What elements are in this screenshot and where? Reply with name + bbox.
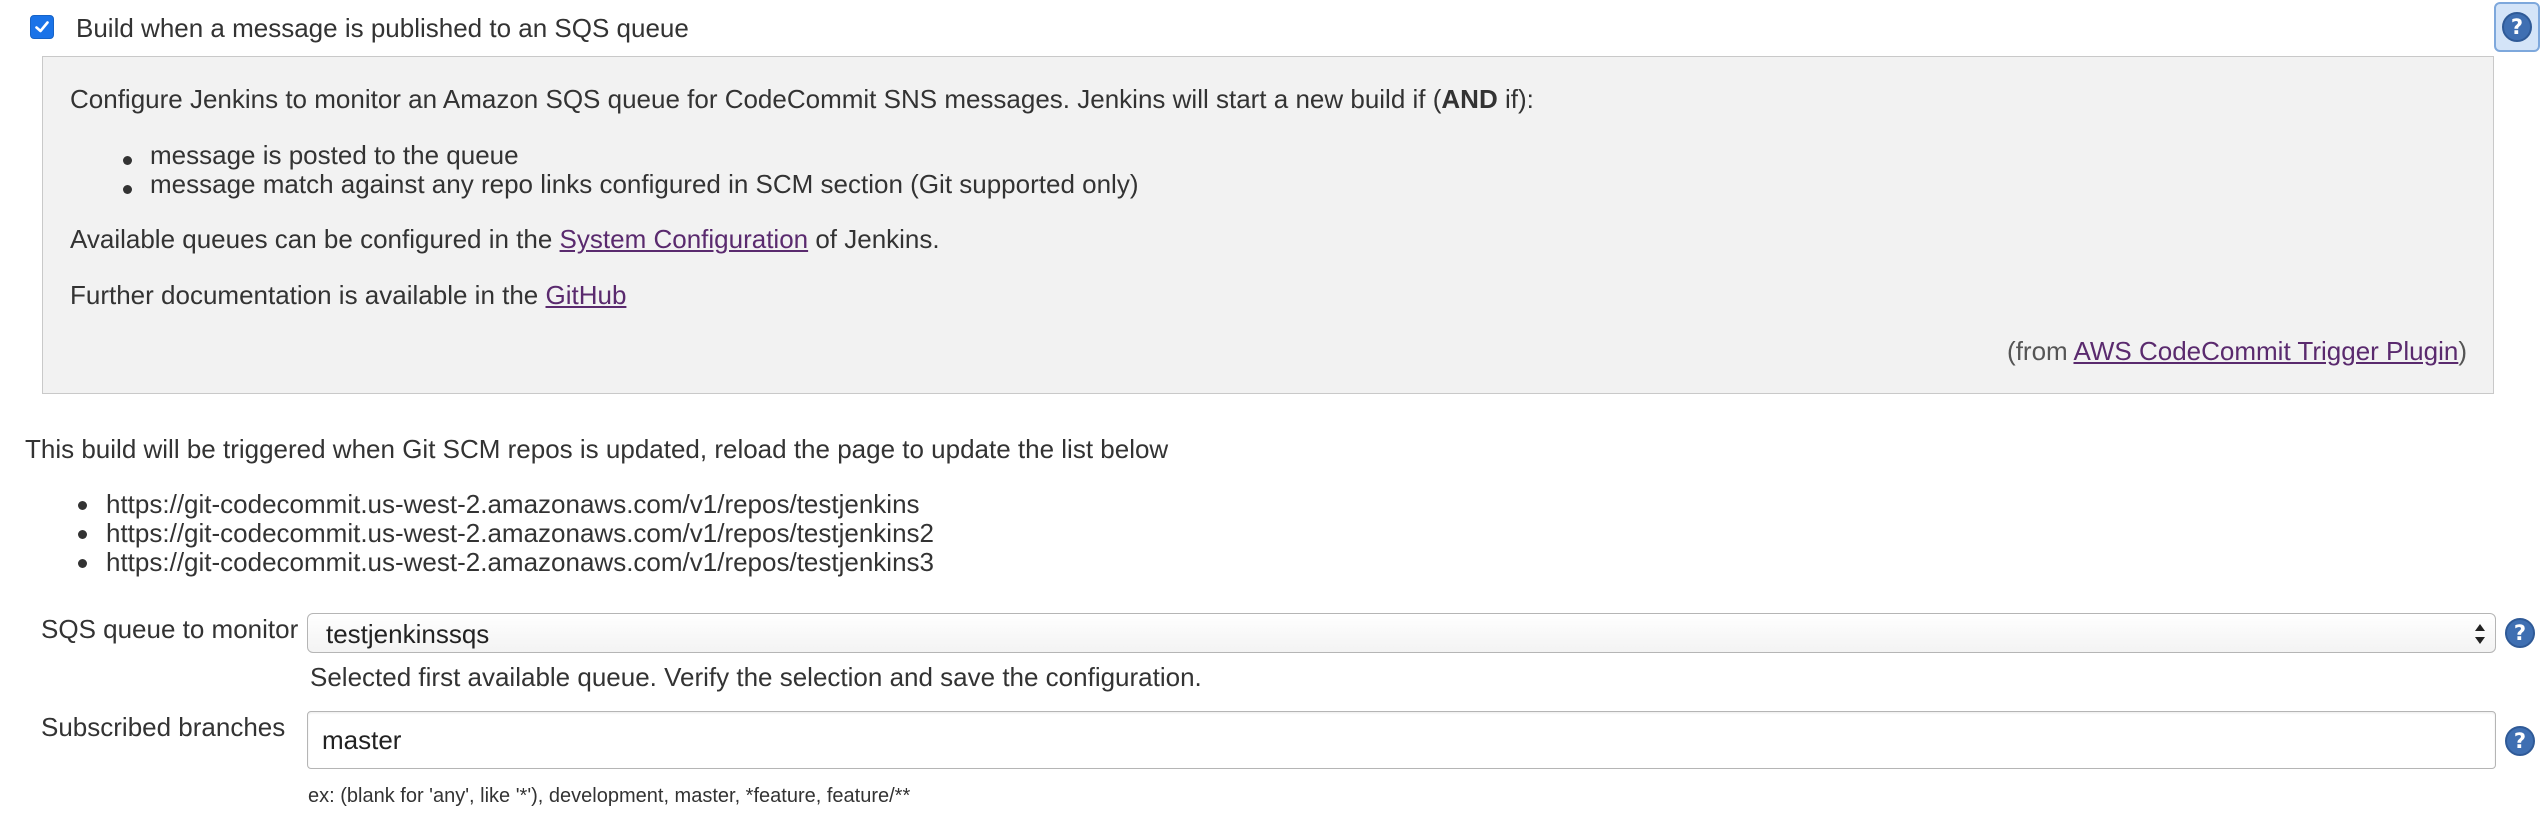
condition-item: message is posted to the queue [150,140,519,170]
question-mark-help-icon: ? [2502,12,2532,42]
checkmark-icon [35,21,49,33]
question-mark-help-icon[interactable]: ? [2505,618,2535,648]
repo-list-item: https://git-codecommit.us-west-2.amazona… [106,489,920,519]
question-mark-help-icon[interactable]: ? [2505,726,2535,756]
bullet [78,501,87,510]
system-configuration-link[interactable]: System Configuration [560,224,809,254]
repo-list-item: https://git-codecommit.us-west-2.amazona… [106,518,935,548]
plugin-link[interactable]: AWS CodeCommit Trigger Plugin [2073,336,2458,366]
repo-list-item: https://git-codecommit.us-west-2.amazona… [106,547,935,577]
github-link[interactable]: GitHub [546,280,627,310]
help-intro: Configure Jenkins to monitor an Amazon S… [70,84,1534,114]
bullet [78,530,87,539]
build-on-sqs-label[interactable]: Build when a message is published to an … [76,12,689,44]
subscribed-branches-input[interactable]: master [307,711,2496,769]
subscribed-branches-hint: ex: (blank for 'any', like '*'), develop… [308,785,911,807]
trigger-help-button[interactable]: ? [2494,2,2540,52]
sqs-queue-note: Selected first available queue. Verify t… [310,662,1202,692]
sqs-queue-label: SQS queue to monitor [41,614,299,644]
bullet [123,185,132,194]
help-queues-line: Available queues can be configured in th… [70,224,940,254]
help-source-line: (from AWS CodeCommit Trigger Plugin) [2007,336,2467,366]
subscribed-branches-label: Subscribed branches [41,712,286,742]
repos-heading: This build will be triggered when Git SC… [25,434,1169,464]
bullet [123,156,132,165]
build-on-sqs-checkbox[interactable] [30,15,54,39]
sqs-queue-select[interactable]: testjenkinssqs [307,613,2496,653]
bullet [78,559,87,568]
help-docs-line: Further documentation is available in th… [70,280,627,310]
help-description-box: Configure Jenkins to monitor an Amazon S… [42,56,2494,394]
chevron-up-down-icon [2475,624,2485,644]
help-intro-bold: AND [1441,84,1498,114]
subscribed-branches-value: master [322,725,402,755]
condition-item: message match against any repo links con… [150,169,1139,199]
sqs-queue-selected-value: testjenkinssqs [326,619,490,649]
